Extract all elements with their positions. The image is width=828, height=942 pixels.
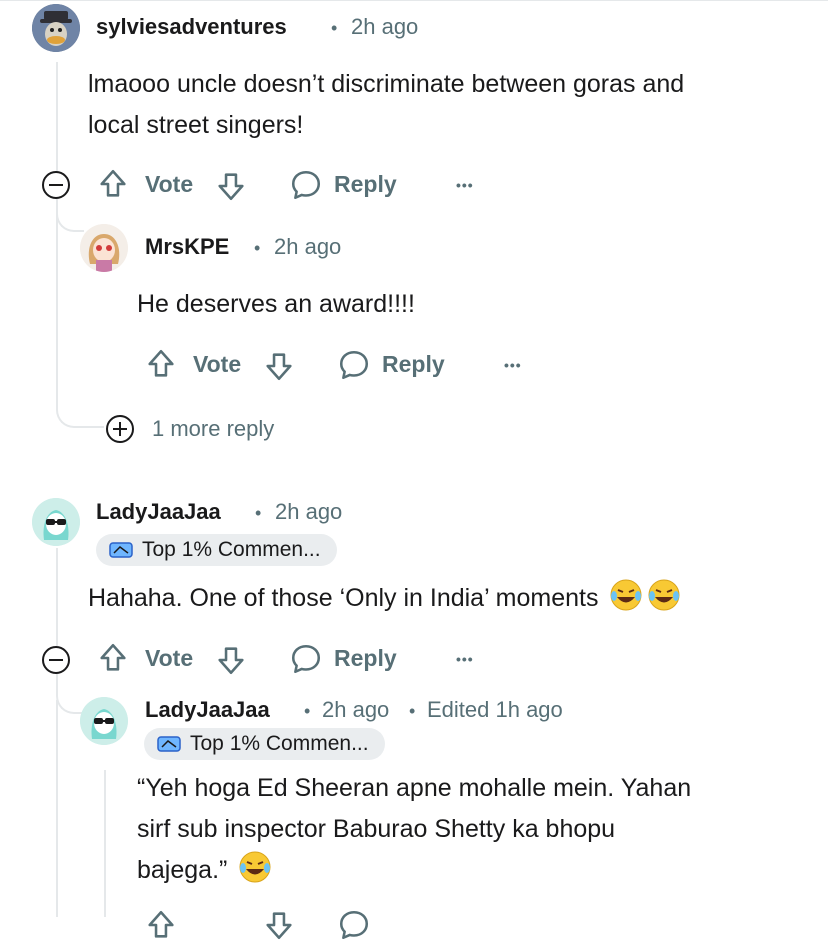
upvote-icon[interactable] bbox=[96, 641, 130, 675]
comment-body-line: sirf sub inspector Baburao Shetty ka bho… bbox=[137, 815, 616, 843]
flair-text: Top 1% Commen... bbox=[190, 732, 369, 755]
thread-line bbox=[104, 770, 106, 917]
username[interactable]: LadyJaaJaa bbox=[145, 697, 270, 723]
avatar[interactable] bbox=[80, 224, 128, 272]
avatar[interactable] bbox=[80, 697, 128, 745]
username[interactable]: LadyJaaJaa bbox=[96, 499, 221, 525]
reply-button[interactable]: Reply bbox=[334, 645, 397, 672]
separator: • bbox=[331, 18, 338, 38]
thread-connector bbox=[56, 672, 84, 714]
timestamp: 2h ago bbox=[275, 499, 343, 524]
avatar[interactable] bbox=[32, 4, 80, 52]
expand-replies-button[interactable] bbox=[106, 415, 134, 443]
reply-button[interactable]: Reply bbox=[334, 171, 397, 198]
edited-label: Edited 1h ago bbox=[427, 697, 563, 722]
comment-body-line: “Yeh hoga Ed Sheeran apne mohalle mein. … bbox=[137, 774, 692, 802]
user-flair: Top 1% Commen... bbox=[144, 728, 385, 760]
separator: • bbox=[254, 238, 261, 258]
timestamp: 2h ago bbox=[322, 697, 390, 722]
laughing-emoji-icon bbox=[239, 851, 271, 883]
top-divider bbox=[0, 0, 828, 1]
username[interactable]: MrsKPE bbox=[145, 234, 229, 260]
comment-text: Hahaha. One of those ‘Only in India’ mom… bbox=[88, 584, 599, 612]
comment-body-line: lmaooo uncle doesn’t discriminate betwee… bbox=[88, 70, 685, 98]
reply-icon[interactable] bbox=[289, 168, 323, 202]
username[interactable]: sylviesadventures bbox=[96, 14, 287, 40]
avatar[interactable] bbox=[32, 498, 80, 546]
laughing-emoji-icon bbox=[648, 579, 680, 611]
vote-label: Vote bbox=[145, 171, 194, 197]
more-options-button[interactable]: ••• bbox=[504, 358, 522, 372]
laughing-emoji-icon bbox=[610, 579, 642, 611]
reply-icon[interactable] bbox=[337, 908, 371, 942]
reply-icon[interactable] bbox=[337, 348, 371, 382]
separator: • bbox=[409, 701, 416, 721]
vote-label: Vote bbox=[193, 351, 242, 377]
comment-body-line: He deserves an award!!!! bbox=[137, 290, 415, 318]
thread-line bbox=[56, 548, 58, 646]
flair-icon bbox=[109, 542, 133, 558]
reply-button[interactable]: Reply bbox=[382, 351, 445, 378]
separator: • bbox=[255, 503, 262, 523]
flair-icon bbox=[157, 736, 181, 752]
timestamp: 2h ago bbox=[351, 14, 419, 39]
reply-icon[interactable] bbox=[289, 642, 323, 676]
downvote-icon[interactable] bbox=[262, 908, 296, 942]
more-replies-link[interactable]: 1 more reply bbox=[152, 416, 274, 442]
downvote-icon[interactable] bbox=[214, 169, 248, 203]
separator: • bbox=[304, 701, 311, 721]
collapse-thread-button[interactable] bbox=[42, 171, 70, 199]
more-options-button[interactable]: ••• bbox=[456, 652, 474, 666]
user-flair: Top 1% Commen... bbox=[96, 534, 337, 566]
comment-body-line: Hahaha. One of those ‘Only in India’ mom… bbox=[88, 578, 681, 619]
upvote-icon[interactable] bbox=[144, 908, 178, 942]
comment-text: bajega.” bbox=[137, 856, 228, 884]
flair-text: Top 1% Commen... bbox=[142, 538, 321, 561]
vote-label: Vote bbox=[145, 645, 194, 671]
thread-line bbox=[56, 700, 58, 917]
upvote-icon[interactable] bbox=[96, 167, 130, 201]
comment-body-line: bajega.” bbox=[137, 850, 272, 891]
collapse-thread-button[interactable] bbox=[42, 646, 70, 674]
comment-body-line: local street singers! bbox=[88, 111, 304, 139]
downvote-icon[interactable] bbox=[262, 349, 296, 383]
thread-line bbox=[56, 62, 58, 172]
timestamp: 2h ago bbox=[274, 234, 342, 259]
upvote-icon[interactable] bbox=[144, 347, 178, 381]
downvote-icon[interactable] bbox=[214, 643, 248, 677]
more-options-button[interactable]: ••• bbox=[456, 178, 474, 192]
